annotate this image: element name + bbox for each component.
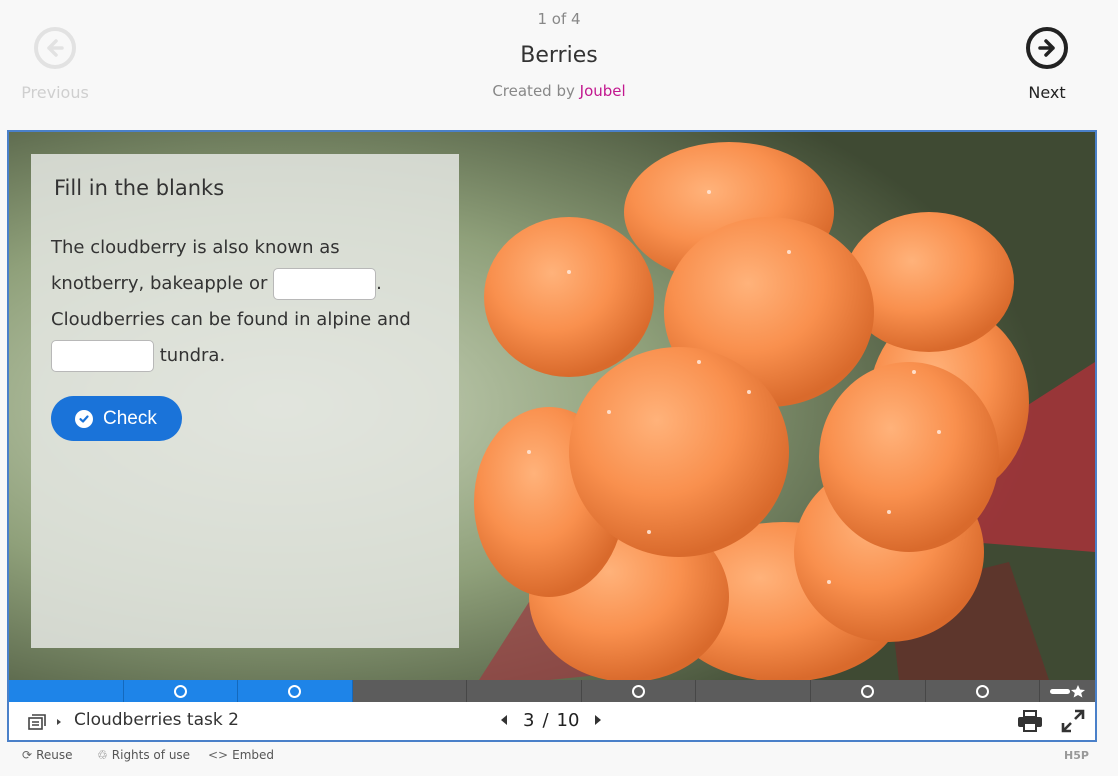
prev-slide-button[interactable] xyxy=(494,710,515,731)
slide-progress-bar xyxy=(9,680,1095,702)
blank-input-1[interactable] xyxy=(273,268,377,300)
total-slides: 10 xyxy=(556,710,580,731)
byline: Created by Joubel xyxy=(0,82,1118,100)
arrow-right-icon xyxy=(1026,27,1068,69)
task-dot-icon xyxy=(975,684,989,698)
next-button[interactable]: Next xyxy=(1012,27,1082,102)
print-button[interactable] xyxy=(1017,710,1043,736)
task-dot-icon xyxy=(288,684,302,698)
current-slide-title: Cloudberries task 2 xyxy=(74,710,239,730)
code-icon: <> xyxy=(208,748,229,762)
slides-list-icon xyxy=(28,714,46,730)
slide-pager: 3 / 10 xyxy=(494,710,608,731)
rights-label: Rights of use xyxy=(111,748,191,762)
presentation-footer: Cloudberries task 2 3 / 10 xyxy=(9,702,1095,740)
task-dot-icon xyxy=(861,684,875,698)
created-by-label: Created by xyxy=(492,82,575,100)
progress-segment-7[interactable] xyxy=(696,680,811,702)
blank-input-2[interactable] xyxy=(51,340,154,372)
fill-blanks-question: The cloudberry is also known as knotberr… xyxy=(51,230,437,374)
print-icon xyxy=(1018,710,1042,732)
next-slide-button[interactable] xyxy=(587,710,608,731)
author-link[interactable]: Joubel xyxy=(580,82,626,100)
embed-link[interactable]: <> Embed xyxy=(208,748,274,762)
question-panel: Fill in the blanks The cloudberry is als… xyxy=(31,154,459,648)
progress-segment-8[interactable] xyxy=(811,680,926,702)
check-button[interactable]: Check xyxy=(51,396,182,441)
progress-segment-4[interactable] xyxy=(353,680,468,702)
question-text-3: tundra. xyxy=(154,345,226,366)
rights-of-use-link[interactable]: ♲ Rights of use xyxy=(97,748,190,762)
reuse-icon: ⟳ xyxy=(22,748,33,762)
presentation-frame: Fill in the blanks The cloudberry is als… xyxy=(7,130,1097,742)
reuse-label: Reuse xyxy=(36,748,73,762)
progress-segment-9[interactable] xyxy=(926,680,1041,702)
task-dot-icon xyxy=(632,684,646,698)
slide: Fill in the blanks The cloudberry is als… xyxy=(9,132,1095,680)
page-title: Berries xyxy=(520,43,598,68)
progress-segment-2[interactable] xyxy=(123,680,239,702)
fullscreen-icon xyxy=(1061,709,1085,733)
h5p-logo[interactable]: H5P xyxy=(1064,749,1089,762)
course-header: Previous 1 of 4 Berries Created by Joube… xyxy=(0,0,1118,130)
reuse-link[interactable]: ⟳ Reuse xyxy=(22,748,72,762)
table-of-contents-button[interactable] xyxy=(27,713,63,731)
check-circle-icon xyxy=(75,409,93,428)
current-slide-number: 3 xyxy=(523,710,535,731)
caret-right-icon xyxy=(595,715,602,725)
h5p-actions-bar: ⟳ Reuse ♲ Rights of use <> Embed H5P xyxy=(0,745,1118,776)
progress-segment-summary[interactable] xyxy=(1040,680,1095,702)
berry-drupelets xyxy=(474,142,1029,680)
page-counter: 1 of 4 xyxy=(537,10,581,28)
fullscreen-button[interactable] xyxy=(1061,709,1085,737)
caret-left-icon xyxy=(501,715,507,725)
handshake-icon: ♲ xyxy=(97,748,108,762)
caret-right-icon xyxy=(57,719,61,725)
progress-segment-3[interactable] xyxy=(238,680,353,702)
embed-label: Embed xyxy=(232,748,274,762)
progress-segment-1[interactable] xyxy=(9,680,124,702)
progress-segment-6[interactable] xyxy=(582,680,697,702)
panel-title: Fill in the blanks xyxy=(54,176,225,200)
check-label: Check xyxy=(103,407,157,429)
progress-segment-5[interactable] xyxy=(467,680,582,702)
task-dot-icon xyxy=(173,684,187,698)
next-label: Next xyxy=(1028,83,1066,102)
summary-star-icon xyxy=(1049,685,1085,698)
